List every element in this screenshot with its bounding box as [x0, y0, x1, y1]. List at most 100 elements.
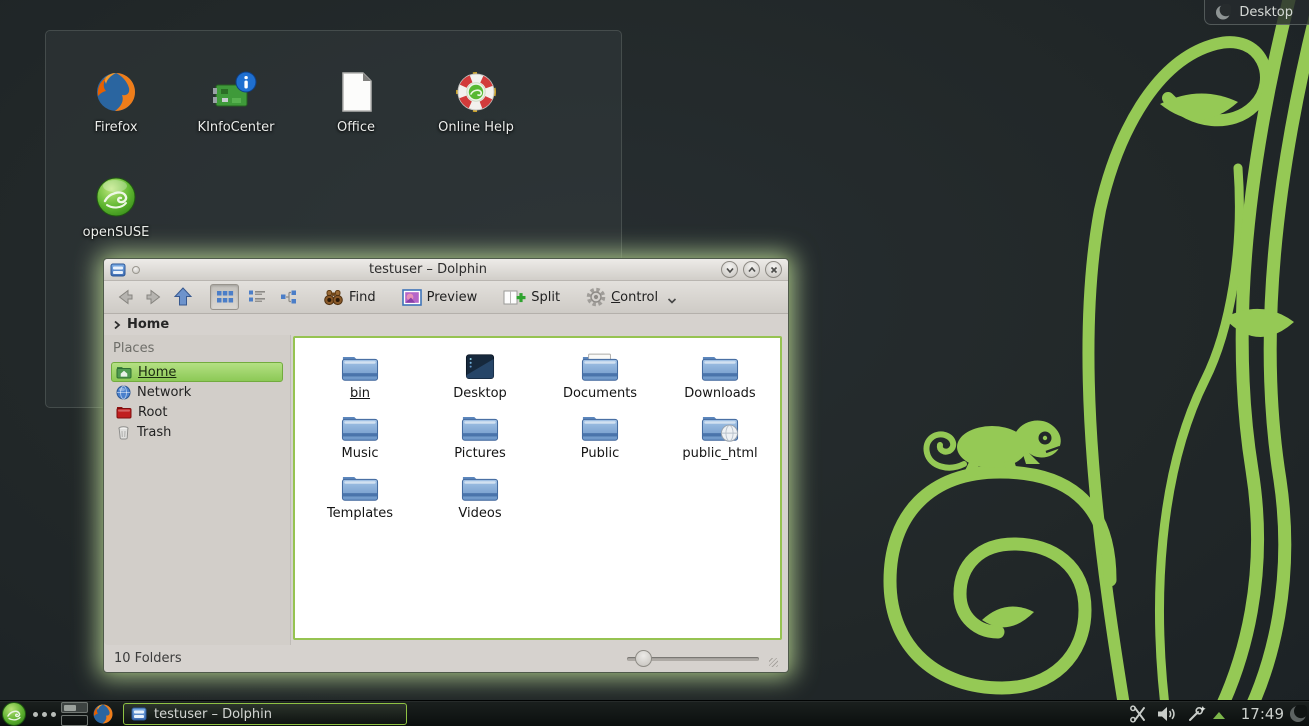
folder-icon: [660, 349, 780, 382]
dolphin-app-icon[interactable]: [110, 262, 126, 278]
places-panel: Places Home: [104, 335, 291, 645]
file-item-downloads[interactable]: Downloads: [660, 349, 780, 409]
volume-icon[interactable]: [1156, 705, 1175, 726]
zoom-slider-handle[interactable]: [635, 650, 652, 667]
public-html-folder-icon: [660, 409, 780, 442]
places-item-network[interactable]: Network: [111, 382, 283, 402]
trash-icon: [116, 425, 131, 440]
chevron-down-icon: [667, 297, 677, 305]
desktop-icon-label: KInfoCenter: [182, 120, 290, 135]
app-launcher-button[interactable]: [2, 702, 26, 726]
places-item-trash[interactable]: Trash: [111, 422, 283, 442]
file-item-bin[interactable]: bin: [300, 349, 420, 409]
file-item-pictures[interactable]: Pictures: [420, 409, 540, 469]
maximize-button[interactable]: [743, 261, 760, 278]
split-icon: [503, 289, 526, 306]
desktop-icon-opensuse[interactable]: openSUSE: [62, 174, 170, 240]
dolphin-window: testuser – Dolphin: [103, 258, 789, 673]
file-item-documents[interactable]: Documents: [540, 349, 660, 409]
office-icon: [302, 69, 410, 115]
desktop-icon-label: Firefox: [62, 120, 170, 135]
preview-button[interactable]: Preview: [396, 286, 484, 309]
gear-icon: [586, 287, 606, 307]
split-button[interactable]: Split: [497, 286, 566, 309]
opensuse-icon: [62, 174, 170, 220]
breadcrumb-current[interactable]: Home: [127, 317, 169, 332]
control-button[interactable]: Control: [580, 284, 664, 310]
breadcrumb[interactable]: Home: [104, 314, 788, 335]
preview-icon: [402, 289, 422, 306]
desktop-icon-office[interactable]: Office: [302, 69, 410, 135]
file-item-desktop[interactable]: Desktop: [420, 349, 540, 409]
folder-icon: [540, 409, 660, 442]
desktop-icon-firefox[interactable]: Firefox: [62, 69, 170, 135]
places-item-home[interactable]: Home: [111, 362, 283, 382]
panel-clock[interactable]: 17:49: [1241, 705, 1284, 723]
panel-cashew-icon[interactable]: [1289, 705, 1307, 726]
file-label: Public: [540, 446, 660, 461]
home-folder-icon: [116, 365, 132, 379]
desktop-icon-label: Office: [302, 120, 410, 135]
minimize-button[interactable]: [721, 261, 738, 278]
window-body: Places Home: [104, 335, 788, 645]
zoom-slider[interactable]: [627, 657, 759, 661]
tray-expander-icon[interactable]: [1213, 712, 1225, 719]
up-button[interactable]: [170, 284, 196, 310]
file-item-public[interactable]: Public: [540, 409, 660, 469]
file-item-videos[interactable]: Videos: [420, 469, 540, 529]
folder-icon: [300, 469, 420, 502]
resize-grip[interactable]: [769, 658, 778, 667]
details-view-button[interactable]: [242, 284, 271, 310]
icons-view-button[interactable]: [210, 284, 239, 310]
toolbox-label: Desktop: [1239, 5, 1293, 20]
file-label: Desktop: [420, 386, 540, 401]
titlebar-dot: [132, 266, 140, 274]
firefox-icon: [62, 69, 170, 115]
pager-desktop-2[interactable]: [61, 715, 88, 726]
find-label: Find: [349, 290, 376, 305]
columns-view-button[interactable]: [274, 284, 303, 310]
places-header: Places: [113, 341, 283, 356]
clipboard-scissors-icon[interactable]: [1129, 705, 1148, 726]
titlebar[interactable]: testuser – Dolphin: [104, 259, 788, 281]
panel-dots[interactable]: [33, 712, 56, 717]
split-label: Split: [531, 290, 560, 305]
places-item-label: Network: [137, 385, 191, 400]
device-notifier-icon[interactable]: [1186, 705, 1206, 726]
places-item-label: Root: [138, 405, 167, 420]
task-label: testuser – Dolphin: [154, 707, 272, 722]
find-button[interactable]: Find: [317, 285, 382, 309]
file-item-templates[interactable]: Templates: [300, 469, 420, 529]
close-button[interactable]: [765, 261, 782, 278]
places-item-root[interactable]: Root: [111, 402, 283, 422]
dolphin-app-icon: [131, 706, 147, 722]
folder-icon: [420, 469, 540, 502]
desktop-icon-label: openSUSE: [62, 225, 170, 240]
status-summary: 10 Folders: [114, 651, 182, 666]
virtual-desktop-pager[interactable]: [61, 702, 88, 726]
file-label: Pictures: [420, 446, 540, 461]
folder-icon: [420, 409, 540, 442]
find-icon: [323, 288, 344, 306]
places-item-label: Trash: [137, 425, 171, 440]
pager-desktop-1[interactable]: [61, 702, 88, 713]
control-label: Control: [611, 290, 658, 305]
firefox-launcher-icon[interactable]: [92, 703, 114, 726]
desktop-icon-kinfocenter[interactable]: KInfoCenter: [182, 69, 290, 135]
desktop-icon-online-help[interactable]: Online Help: [422, 69, 530, 135]
forward-button[interactable]: [141, 284, 167, 310]
desktop-icon-label: Online Help: [422, 120, 530, 135]
folder-contents-view[interactable]: bin Desktop Do: [293, 336, 782, 640]
desktop-toolbox[interactable]: Desktop: [1204, 0, 1309, 25]
file-item-public-html[interactable]: public_html: [660, 409, 780, 469]
taskbar-task-dolphin[interactable]: testuser – Dolphin: [123, 703, 407, 725]
online-help-icon: [422, 69, 530, 115]
network-globe-icon: [116, 385, 131, 400]
taskbar-panel: testuser – Dolphin 17:49: [0, 700, 1309, 726]
file-label: public_html: [660, 446, 780, 461]
back-button[interactable]: [112, 284, 138, 310]
desktop: Desktop Firefox: [0, 0, 1309, 726]
file-label: bin: [300, 386, 420, 401]
folder-icon: [300, 349, 420, 382]
file-item-music[interactable]: Music: [300, 409, 420, 469]
